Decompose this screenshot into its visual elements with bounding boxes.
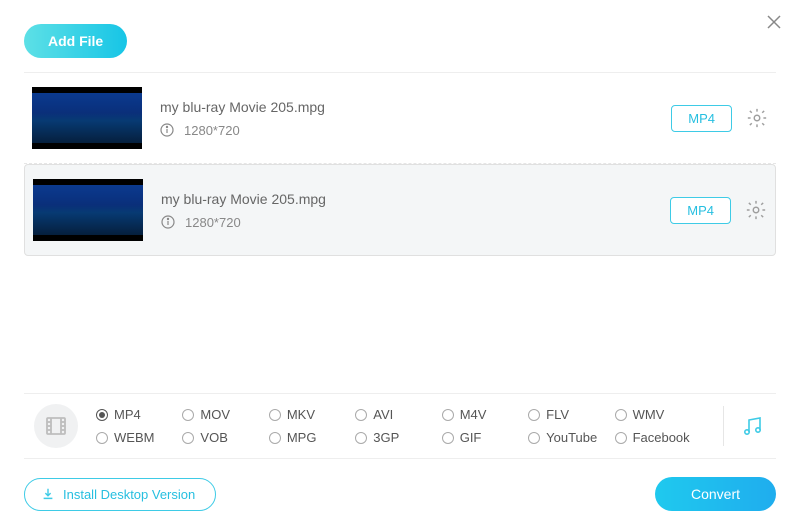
file-meta: my blu-ray Movie 205.mpg 1280*720 [143,191,670,230]
format-option-m4v[interactable]: M4V [442,407,528,422]
format-option-avi[interactable]: AVI [355,407,441,422]
format-label: MPG [287,430,317,445]
format-label: VOB [200,430,227,445]
radio-icon [269,409,281,421]
download-icon [41,487,55,501]
info-icon[interactable] [161,215,175,229]
format-option-flv[interactable]: FLV [528,407,614,422]
format-label: WMV [633,407,665,422]
format-label: MKV [287,407,315,422]
format-label: AVI [373,407,393,422]
close-button[interactable] [764,12,784,32]
radio-icon [355,432,367,444]
radio-icon [96,409,108,421]
radio-icon [269,432,281,444]
file-name: my blu-ray Movie 205.mpg [160,99,671,115]
radio-icon [442,432,454,444]
file-thumbnail[interactable] [32,87,142,149]
file-list: my blu-ray Movie 205.mpg1280*720MP4my bl… [0,73,800,256]
format-label: GIF [460,430,482,445]
format-grid: MP4 MOV MKV AVI M4V FLV WMV WEBM VOB MPG 3GP GIF You… [78,407,709,445]
file-row[interactable]: my blu-ray Movie 205.mpg 1280*720 MP4 [24,164,776,256]
format-label: Facebook [633,430,690,445]
radio-icon [615,409,627,421]
format-label: WEBM [114,430,154,445]
radio-icon [96,432,108,444]
file-resolution: 1280*720 [185,215,241,230]
format-option-webm[interactable]: WEBM [96,430,182,445]
format-label: MP4 [114,407,141,422]
video-icon[interactable] [34,404,78,448]
format-option-mov[interactable]: MOV [182,407,268,422]
file-row[interactable]: my blu-ray Movie 205.mpg 1280*720 MP4 [24,73,776,164]
radio-icon [442,409,454,421]
format-option-gif[interactable]: GIF [442,430,528,445]
format-panel: MP4 MOV MKV AVI M4V FLV WMV WEBM VOB MPG 3GP GIF You… [24,393,776,459]
file-thumbnail[interactable] [33,179,143,241]
format-option-3gp[interactable]: 3GP [355,430,441,445]
format-label: YouTube [546,430,597,445]
footer: Install Desktop Version Convert [0,461,800,531]
format-option-wmv[interactable]: WMV [615,407,701,422]
radio-icon [528,432,540,444]
format-badge[interactable]: MP4 [670,197,731,224]
gear-icon[interactable] [746,107,768,129]
format-option-vob[interactable]: VOB [182,430,268,445]
format-label: M4V [460,407,487,422]
gear-icon[interactable] [745,199,767,221]
install-label: Install Desktop Version [63,487,195,502]
format-option-youtube[interactable]: YouTube [528,430,614,445]
file-controls: MP4 [671,105,768,132]
format-badge[interactable]: MP4 [671,105,732,132]
install-desktop-button[interactable]: Install Desktop Version [24,478,216,511]
format-option-mkv[interactable]: MKV [269,407,355,422]
radio-icon [355,409,367,421]
format-option-facebook[interactable]: Facebook [615,430,701,445]
format-label: FLV [546,407,569,422]
file-name: my blu-ray Movie 205.mpg [161,191,670,207]
file-controls: MP4 [670,197,767,224]
add-file-button[interactable]: Add File [24,24,127,58]
radio-icon [615,432,627,444]
format-label: MOV [200,407,230,422]
radio-icon [182,409,194,421]
radio-icon [528,409,540,421]
format-option-mp4[interactable]: MP4 [96,407,182,422]
radio-icon [182,432,194,444]
convert-button[interactable]: Convert [655,477,776,511]
file-meta: my blu-ray Movie 205.mpg 1280*720 [142,99,671,138]
format-label: 3GP [373,430,399,445]
file-resolution: 1280*720 [184,123,240,138]
top-bar: Add File [0,0,800,72]
music-icon[interactable] [738,412,766,440]
format-option-mpg[interactable]: MPG [269,430,355,445]
info-icon[interactable] [160,123,174,137]
vertical-divider [723,406,724,446]
